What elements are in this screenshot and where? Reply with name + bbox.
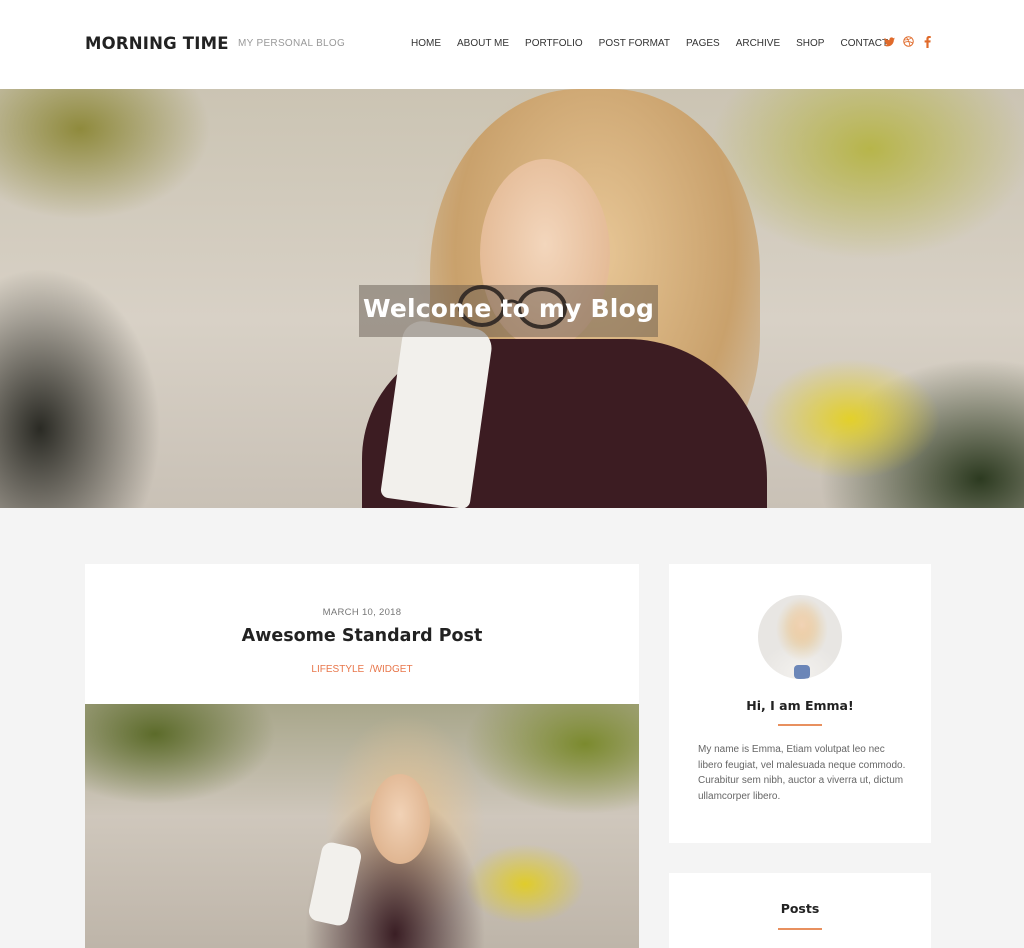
facebook-icon[interactable] xyxy=(922,35,933,48)
main-nav: HOME ABOUT ME PORTFOLIO POST FORMAT PAGE… xyxy=(411,38,904,49)
nav-item-contact[interactable]: CONTACT xyxy=(840,38,888,49)
nav-item-about-me[interactable]: ABOUT ME xyxy=(457,38,509,49)
social-links xyxy=(884,35,933,48)
nav-item-pages[interactable]: PAGES xyxy=(686,38,720,49)
post-image-coffee-cup xyxy=(307,840,363,928)
posts-widget-title: Posts xyxy=(780,901,820,916)
site-header: MORNING TIME MY PERSONAL BLOG HOME ABOUT… xyxy=(0,0,1024,89)
post-card: MARCH 10, 2018 Awesome Standard Post LIF… xyxy=(85,564,639,948)
category-link-widget[interactable]: /WIDGET xyxy=(370,664,413,675)
nav-item-portfolio[interactable]: PORTFOLIO xyxy=(525,38,583,49)
nav-item-archive[interactable]: ARCHIVE xyxy=(736,38,780,49)
dribbble-icon[interactable] xyxy=(903,35,914,48)
about-widget: Hi, I am Emma! My name is Emma, Etiam vo… xyxy=(669,564,931,843)
nav-item-post-format[interactable]: POST FORMAT xyxy=(599,38,670,49)
avatar xyxy=(758,595,842,679)
twitter-icon[interactable] xyxy=(884,35,895,48)
nav-item-home[interactable]: HOME xyxy=(411,38,441,49)
category-link-lifestyle[interactable]: LIFESTYLE xyxy=(311,664,364,675)
about-text: My name is Emma, Etiam volutpat leo nec … xyxy=(698,744,906,802)
posts-widget: Posts xyxy=(669,873,931,948)
post-featured-image[interactable] xyxy=(85,704,639,948)
post-title[interactable]: Awesome Standard Post xyxy=(85,626,639,646)
post-image-face xyxy=(370,774,430,864)
site-title[interactable]: MORNING TIME xyxy=(85,34,229,53)
nav-item-shop[interactable]: SHOP xyxy=(796,38,824,49)
hero-title: Welcome to my Blog xyxy=(362,294,655,323)
posts-title-underline xyxy=(778,928,822,930)
post-date: MARCH 10, 2018 xyxy=(322,607,402,618)
about-title-underline xyxy=(778,724,822,726)
post-categories: LIFESTYLE /WIDGET xyxy=(85,664,639,675)
site-tagline: MY PERSONAL BLOG xyxy=(238,38,346,49)
avatar-image-detail xyxy=(794,665,810,679)
about-title: Hi, I am Emma! xyxy=(746,698,854,713)
hero-banner: Welcome to my Blog xyxy=(0,89,1024,508)
